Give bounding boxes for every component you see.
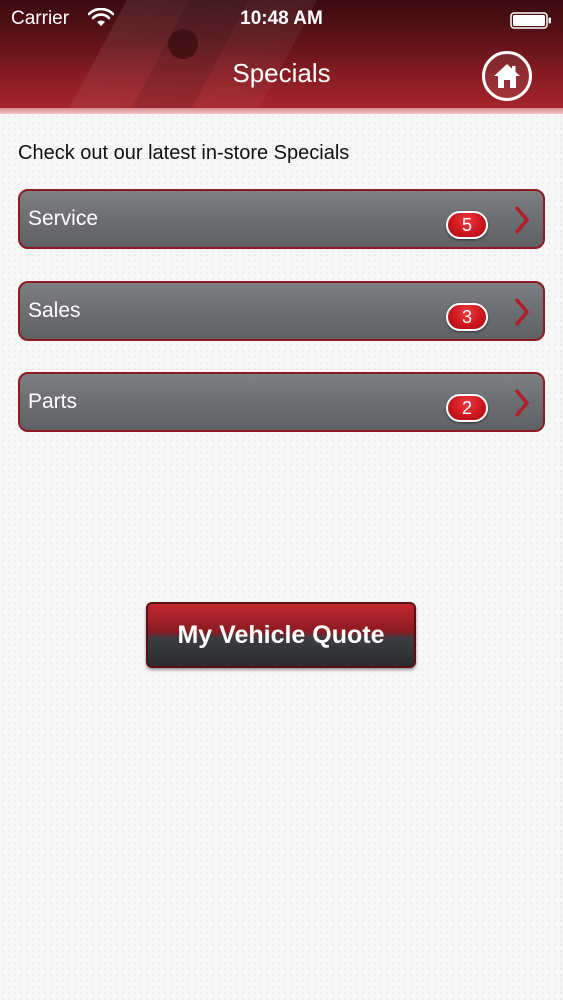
header-bar: Carrier 10:48 AM Specials — [0, 0, 563, 110]
status-time: 10:48 AM — [240, 8, 323, 29]
specials-item-sales[interactable]: Sales 3 — [18, 281, 545, 341]
page-title: Specials — [232, 58, 331, 88]
status-bar: Carrier 10:48 AM — [0, 0, 563, 38]
intro-text: Check out our latest in-store Specials — [18, 142, 350, 164]
battery-icon — [510, 12, 551, 29]
specials-item-parts[interactable]: Parts 2 — [18, 372, 545, 432]
chevron-right-icon — [514, 388, 529, 418]
count-badge: 2 — [446, 394, 488, 422]
header-divider — [0, 108, 563, 114]
chevron-right-icon — [514, 297, 529, 327]
home-icon — [494, 64, 520, 88]
count-badge: 3 — [446, 303, 488, 331]
count-badge: 5 — [446, 211, 488, 239]
specials-item-service[interactable]: Service 5 — [18, 189, 545, 249]
my-vehicle-quote-button[interactable]: My Vehicle Quote — [146, 602, 416, 668]
specials-item-label: Parts — [28, 390, 78, 413]
specials-item-label: Sales — [28, 299, 81, 322]
home-button[interactable] — [482, 51, 532, 101]
specials-item-label: Service — [28, 207, 99, 230]
chevron-right-icon — [514, 205, 529, 235]
